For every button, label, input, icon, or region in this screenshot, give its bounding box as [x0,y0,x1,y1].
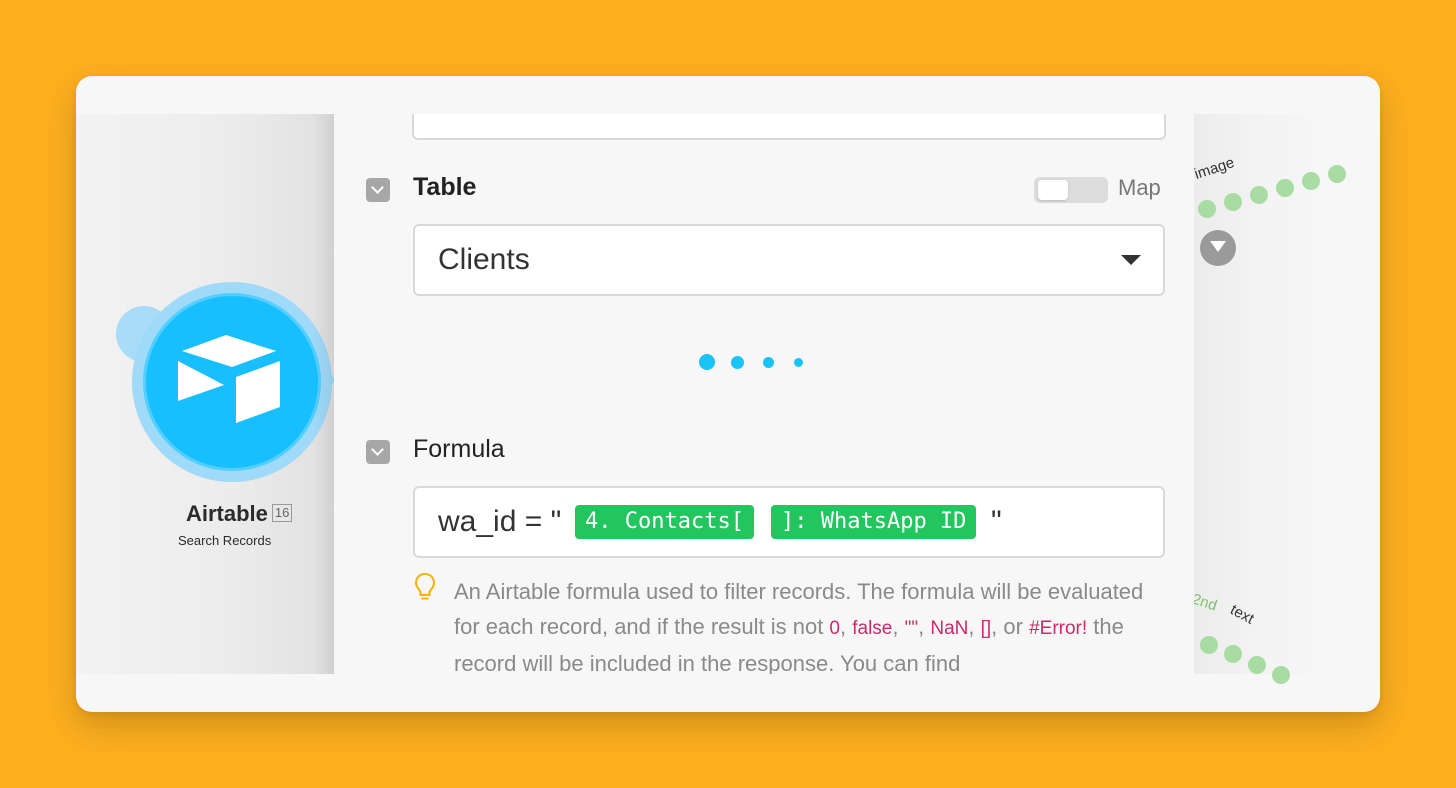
module-title: Airtable 16 [186,501,326,527]
table-collapse-chevron-icon[interactable] [366,178,390,202]
lightbulb-icon [414,572,436,600]
module-settings-panel: Table Map Clients Formula wa_id = " 4. C… [334,114,1194,674]
route-dot [1302,172,1320,190]
hint-sep: , [892,614,905,639]
filter-icon[interactable] [1200,230,1236,266]
hint-text: or [997,614,1030,639]
chevron-down-icon [1121,255,1141,265]
airtable-logo-icon [178,335,280,423]
map-label: Map [1118,175,1161,200]
screenshot-card: Airtable 16 Search Records image 2nd text… [76,76,1380,712]
hint-code: 0 [829,618,840,639]
formula-help-text: An Airtable formula used to filter recor… [454,574,1174,674]
route-dot [1250,186,1268,204]
mapped-variable-pill[interactable]: 4. Contacts[ [575,505,754,539]
loading-dot [763,357,774,368]
table-label: Table [413,173,477,201]
map-toggle-knob [1038,180,1068,200]
panel-shadow-edge [312,114,334,674]
table-select-value: Clients [438,243,530,276]
mapped-variable-pill[interactable]: ]: WhatsApp ID [771,505,977,539]
formula-prefix: wa_id = " [438,505,562,538]
scenario-canvas-right [1194,114,1344,674]
formula-input[interactable]: wa_id = " 4. Contacts[ ]: WhatsApp ID " [413,486,1165,558]
loading-dot [731,356,744,369]
loading-dot [794,358,803,367]
table-select[interactable]: Clients [413,224,1165,296]
loading-dot [699,354,715,370]
route-dot [1248,656,1266,674]
formula-suffix: " [991,505,1002,538]
route-dot [1224,645,1242,663]
route-dot [1224,193,1242,211]
route-dot [1272,666,1290,684]
formula-label: Formula [413,435,505,463]
route-dot [1276,179,1294,197]
module-name: Airtable [186,501,268,526]
route-dot [1200,636,1218,654]
module-count-badge: 16 [271,504,293,522]
hint-code: false [852,618,893,639]
hint-code: #Error! [1029,618,1088,639]
map-toggle[interactable] [1034,177,1108,203]
airtable-module-node[interactable] [143,293,321,471]
hint-code: NaN [930,618,969,639]
hint-code: "" [904,618,919,639]
formula-collapse-chevron-icon[interactable] [366,440,390,464]
hint-sep: , [840,614,853,639]
route-dot [1198,200,1216,218]
hint-sep: , [918,614,931,639]
previous-field-input[interactable] [412,114,1166,140]
route-dot [1328,165,1346,183]
hint-sep: , [968,614,981,639]
hint-code: [] [980,618,992,639]
